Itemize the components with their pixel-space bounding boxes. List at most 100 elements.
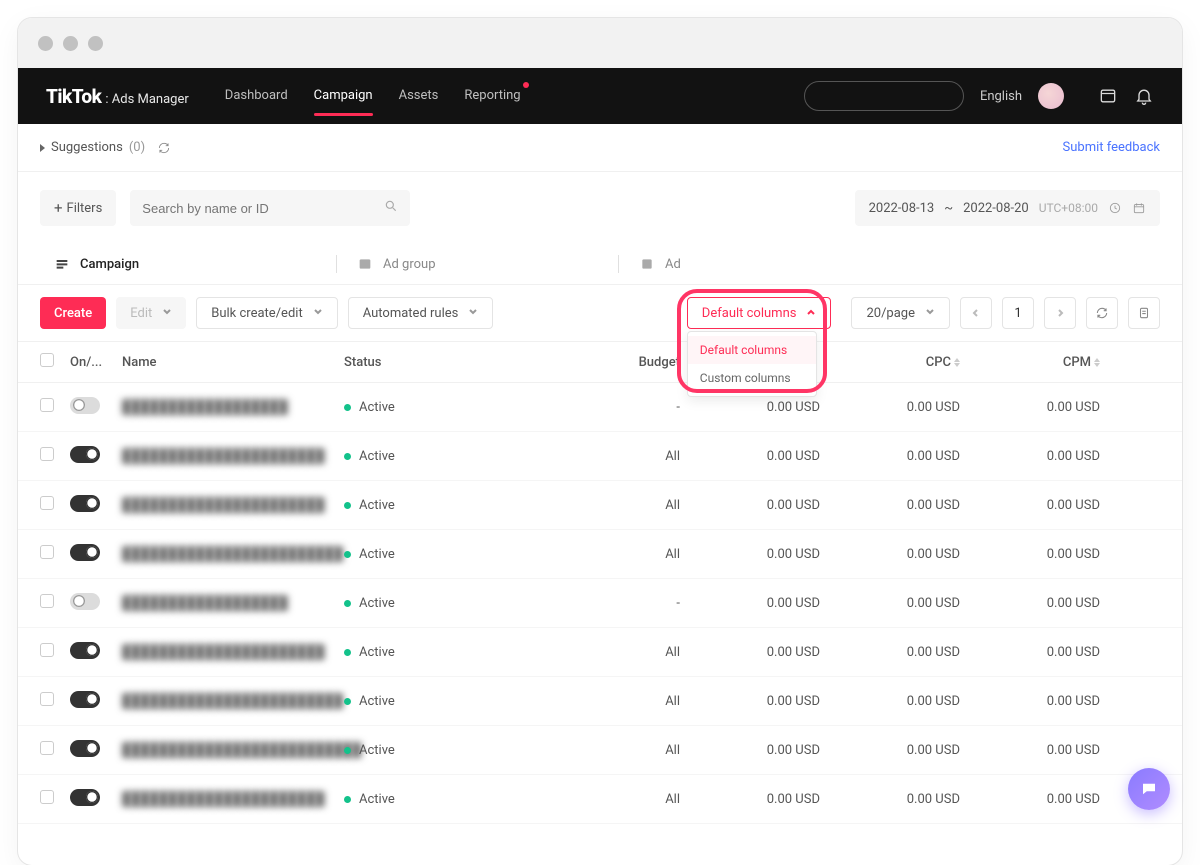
row-checkbox[interactable] bbox=[40, 545, 54, 559]
inbox-icon[interactable] bbox=[1098, 86, 1118, 106]
window-dot bbox=[38, 36, 53, 51]
table-row[interactable]: ██████████████████Active-0.00 USD0.00 US… bbox=[18, 579, 1182, 628]
row-toggle[interactable] bbox=[70, 446, 100, 463]
brand-sub: : Ads Manager bbox=[105, 92, 188, 107]
rows-per-page-select[interactable]: 20/page bbox=[851, 297, 950, 329]
col-onoff[interactable]: On/... bbox=[70, 355, 122, 370]
row-checkbox[interactable] bbox=[40, 790, 54, 804]
tab-adgroup[interactable]: Ad group bbox=[322, 244, 602, 284]
window-dot bbox=[88, 36, 103, 51]
export-button[interactable] bbox=[1128, 297, 1160, 329]
tab-campaign[interactable]: Campaign bbox=[40, 244, 320, 284]
row-cost: 0.00 USD bbox=[702, 547, 842, 562]
select-all-checkbox[interactable] bbox=[40, 353, 54, 367]
tab-ad[interactable]: Ad bbox=[604, 244, 884, 284]
row-cpc: 0.00 USD bbox=[842, 547, 982, 562]
row-cpm: 0.00 USD bbox=[982, 547, 1122, 562]
row-toggle[interactable] bbox=[70, 544, 100, 561]
table-row[interactable]: ██████████████████████ActiveAll0.00 USD0… bbox=[18, 628, 1182, 677]
nav-link-reporting[interactable]: Reporting bbox=[464, 68, 520, 124]
row-cpm: 0.00 USD bbox=[982, 792, 1122, 807]
table-row[interactable]: ██████████████████████████ActiveAll0.00 … bbox=[18, 726, 1182, 775]
avatar[interactable] bbox=[1038, 83, 1064, 109]
row-budget: All bbox=[572, 743, 702, 758]
col-cpm[interactable]: CPM bbox=[982, 355, 1122, 370]
chat-bubble-button[interactable] bbox=[1128, 768, 1170, 810]
refresh-icon[interactable] bbox=[157, 141, 171, 155]
row-toggle[interactable] bbox=[70, 642, 100, 659]
nav-link-assets[interactable]: Assets bbox=[399, 68, 439, 124]
row-cpm: 0.00 USD bbox=[982, 498, 1122, 513]
search-input[interactable] bbox=[142, 201, 384, 216]
search-input-wrap[interactable] bbox=[130, 190, 410, 226]
row-cpc: 0.00 USD bbox=[842, 645, 982, 660]
suggestions-label: Suggestions bbox=[51, 140, 123, 155]
filters-button[interactable]: + Filters bbox=[40, 190, 116, 226]
row-status: Active bbox=[344, 596, 572, 611]
language-selector[interactable]: English bbox=[980, 89, 1022, 104]
top-nav: TikTok : Ads Manager Dashboard Campaign As… bbox=[18, 68, 1182, 124]
row-toggle[interactable] bbox=[70, 789, 100, 806]
columns-button[interactable]: Default columns bbox=[687, 297, 832, 329]
row-checkbox[interactable] bbox=[40, 447, 54, 461]
row-name: ██████████████████████ bbox=[122, 449, 325, 464]
row-checkbox[interactable] bbox=[40, 643, 54, 657]
edit-button[interactable]: Edit bbox=[116, 297, 186, 329]
brand-main: TikTok bbox=[46, 85, 101, 108]
table-row[interactable]: ██████████████████████ActiveAll0.00 USD0… bbox=[18, 481, 1182, 530]
table-row[interactable]: ██████████████████Active-0.00 USD0.00 US… bbox=[18, 383, 1182, 432]
account-search[interactable] bbox=[804, 81, 964, 111]
row-checkbox[interactable] bbox=[40, 496, 54, 510]
row-checkbox[interactable] bbox=[40, 692, 54, 706]
row-budget: All bbox=[572, 792, 702, 807]
automated-rules-button[interactable]: Automated rules bbox=[348, 297, 494, 329]
nav-link-dashboard[interactable]: Dashboard bbox=[225, 68, 288, 124]
row-status: Active bbox=[344, 694, 572, 709]
row-status: Active bbox=[344, 792, 572, 807]
submit-feedback-link[interactable]: Submit feedback bbox=[1063, 140, 1160, 155]
suggestions-toggle[interactable]: Suggestions (0) bbox=[40, 140, 171, 155]
calendar-icon bbox=[1132, 201, 1146, 215]
bell-icon[interactable] bbox=[1134, 86, 1154, 106]
next-page-button[interactable] bbox=[1044, 297, 1076, 329]
row-cpm: 0.00 USD bbox=[982, 694, 1122, 709]
refresh-button[interactable] bbox=[1086, 297, 1118, 329]
table-row[interactable]: ████████████████████████ActiveAll0.00 US… bbox=[18, 677, 1182, 726]
nav-link-campaign[interactable]: Campaign bbox=[314, 68, 373, 124]
row-toggle[interactable] bbox=[70, 593, 100, 610]
create-button[interactable]: Create bbox=[40, 297, 106, 329]
row-budget: All bbox=[572, 498, 702, 513]
bulk-create-edit-button[interactable]: Bulk create/edit bbox=[196, 297, 337, 329]
row-cpc: 0.00 USD bbox=[842, 449, 982, 464]
col-name[interactable]: Name bbox=[122, 355, 344, 370]
row-toggle[interactable] bbox=[70, 495, 100, 512]
current-page[interactable]: 1 bbox=[1002, 297, 1034, 329]
clock-icon bbox=[1108, 201, 1122, 215]
table-row[interactable]: ██████████████████████ActiveAll0.00 USD0… bbox=[18, 775, 1182, 824]
table-row[interactable]: ████████████████████████ActiveAll0.00 US… bbox=[18, 530, 1182, 579]
date-from: 2022-08-13 bbox=[869, 201, 935, 216]
col-status[interactable]: Status bbox=[344, 355, 572, 370]
date-to: 2022-08-20 bbox=[963, 201, 1029, 216]
brand: TikTok : Ads Manager bbox=[46, 85, 189, 108]
row-checkbox[interactable] bbox=[40, 741, 54, 755]
prev-page-button[interactable] bbox=[960, 297, 992, 329]
row-checkbox[interactable] bbox=[40, 594, 54, 608]
col-budget[interactable]: Budget bbox=[572, 355, 702, 370]
date-range-picker[interactable]: 2022-08-13 ~ 2022-08-20 UTC+08:00 bbox=[855, 190, 1160, 226]
columns-option-default[interactable]: Default columns bbox=[688, 336, 816, 364]
row-cpc: 0.00 USD bbox=[842, 792, 982, 807]
timezone: UTC+08:00 bbox=[1039, 201, 1098, 215]
row-toggle[interactable] bbox=[70, 691, 100, 708]
row-toggle[interactable] bbox=[70, 740, 100, 757]
suggestions-count: (0) bbox=[129, 140, 145, 155]
columns-option-custom[interactable]: Custom columns bbox=[688, 364, 816, 392]
table-row[interactable]: ██████████████████████ActiveAll0.00 USD0… bbox=[18, 432, 1182, 481]
row-budget: - bbox=[572, 596, 702, 611]
row-name: ██████████████████████ bbox=[122, 645, 325, 660]
row-cpm: 0.00 USD bbox=[982, 449, 1122, 464]
col-cpc[interactable]: CPC bbox=[842, 355, 982, 370]
row-checkbox[interactable] bbox=[40, 398, 54, 412]
row-toggle[interactable] bbox=[70, 397, 100, 414]
row-cpc: 0.00 USD bbox=[842, 694, 982, 709]
